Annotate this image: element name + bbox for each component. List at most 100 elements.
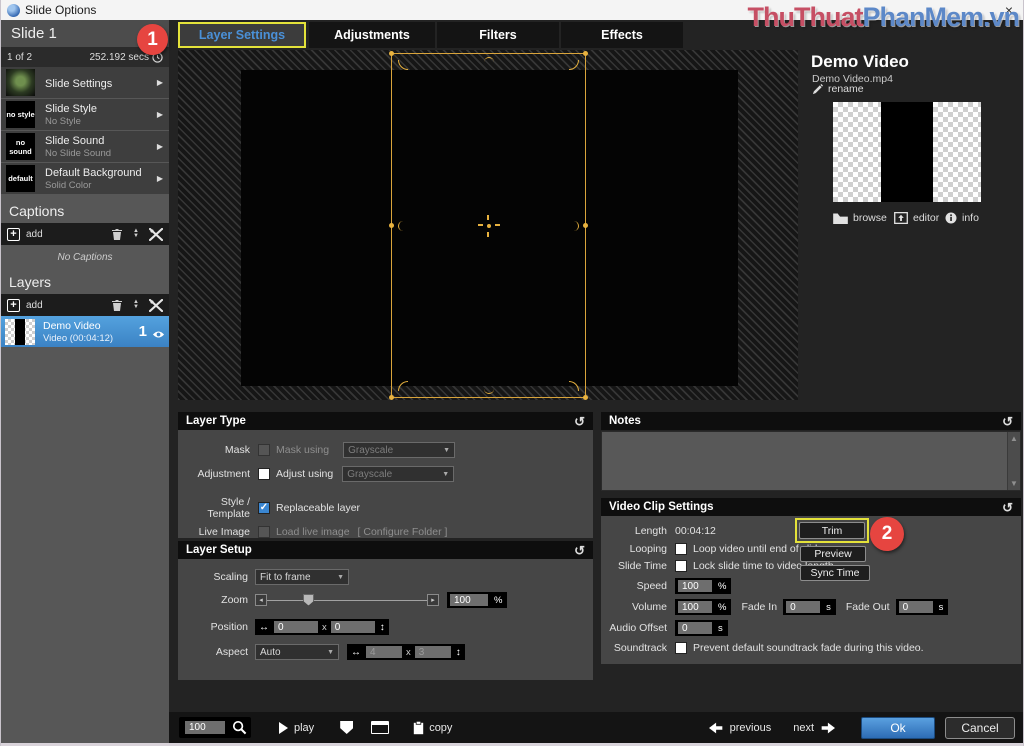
sync-time-button[interactable]: Sync Time (800, 565, 870, 581)
tab-effects[interactable]: Effects (561, 22, 683, 48)
aspect-dropdown[interactable]: Auto▼ (255, 644, 339, 660)
position-x-field[interactable]: 0 (274, 621, 318, 633)
sidebar-item-slide-sound[interactable]: no sound Slide Sound No Slide Sound ▶ (1, 131, 169, 162)
layer-name: Demo Video (43, 320, 113, 332)
skew-handle-icon[interactable] (398, 221, 408, 231)
eye-icon[interactable] (152, 326, 165, 344)
rotate-handle-icon[interactable] (569, 381, 579, 391)
length-label: Length (609, 525, 667, 537)
default-background-thumb: default (6, 165, 35, 192)
vertical-arrows-icon[interactable]: ↕ (377, 622, 388, 633)
add-layer-button[interactable]: + (7, 299, 20, 312)
magnifier-icon[interactable] (232, 720, 247, 735)
play-icon (279, 722, 288, 734)
selection-handle[interactable] (389, 395, 394, 400)
sort-layers-icon[interactable]: ▲▼ (133, 300, 139, 310)
adjustment-checkbox[interactable] (258, 468, 270, 480)
selection-handle[interactable] (389, 51, 394, 56)
ok-button[interactable]: Ok (861, 717, 935, 739)
add-caption-button[interactable]: + (7, 228, 20, 241)
browse-button[interactable]: browse (833, 212, 887, 224)
skew-handle-icon[interactable] (569, 221, 579, 231)
dialog-body: Slide 1 1 of 2 252.192 secs Slide Settin… (1, 20, 1023, 743)
layers-toolbar: + add ▲▼ (1, 294, 169, 316)
speed-field[interactable]: 100 (678, 580, 712, 592)
zoom-slider[interactable] (267, 600, 427, 601)
vertical-arrows-icon[interactable]: ↕ (453, 647, 464, 658)
copy-button[interactable]: copy (413, 721, 452, 735)
layer-row-demo-video[interactable]: Demo Video Video (00:04:12) 1 (1, 316, 169, 347)
sidebar-item-default-background[interactable]: default Default Background Solid Color ▶ (1, 163, 169, 194)
skew-handle-icon[interactable] (484, 384, 494, 394)
notes-textarea[interactable]: ▲ ▼ (601, 431, 1021, 491)
tab-filters[interactable]: Filters (437, 22, 559, 48)
position-label: Position (188, 621, 248, 633)
sort-captions-icon[interactable]: ▲▼ (133, 229, 139, 239)
center-crosshair-icon[interactable] (478, 215, 500, 237)
soundtrack-checkbox[interactable] (675, 642, 687, 654)
fade-in-field[interactable]: 0 (786, 601, 820, 613)
layer-type-header: Layer Type ↺ (178, 412, 593, 430)
next-button[interactable]: next (793, 722, 835, 734)
delete-layer-icon[interactable] (111, 299, 123, 312)
audio-offset-field[interactable]: 0 (678, 622, 712, 634)
aspect-label: Aspect (188, 646, 248, 658)
video-clip-settings-title: Video Clip Settings (609, 501, 714, 513)
zoom-value-field[interactable]: 100 (450, 594, 488, 606)
fade-out-field[interactable]: 0 (899, 601, 933, 613)
zoom-slider-thumb[interactable] (303, 594, 314, 606)
selection-handle[interactable] (389, 223, 394, 228)
replaceable-checkbox[interactable]: ✓ (258, 502, 270, 514)
sidebar-item-slide-style[interactable]: no style Slide Style No Style ▶ (1, 99, 169, 130)
selection-handle[interactable] (583, 51, 588, 56)
selection-handle[interactable] (583, 395, 588, 400)
close-icon[interactable]: × (1005, 1, 1013, 19)
reset-icon[interactable]: ↺ (1002, 415, 1013, 428)
dropdown-caret-icon: ▼ (337, 574, 344, 581)
preview-button[interactable]: Preview (800, 546, 866, 562)
dropdown-caret-icon: ▼ (443, 447, 450, 454)
x-separator: x (320, 622, 329, 633)
info-button[interactable]: info (945, 212, 979, 224)
position-y-field[interactable]: 0 (331, 621, 375, 633)
notes-scrollbar[interactable]: ▲ ▼ (1007, 432, 1020, 490)
rotate-handle-icon[interactable] (398, 60, 408, 70)
previous-button[interactable]: previous (709, 722, 772, 734)
slider-left-icon[interactable]: ◂ (255, 594, 267, 606)
scroll-up-icon[interactable]: ▲ (1010, 434, 1018, 443)
scaling-dropdown[interactable]: Fit to frame▼ (255, 569, 349, 585)
rotate-handle-icon[interactable] (398, 381, 408, 391)
slide-time-checkbox[interactable] (675, 560, 687, 572)
play-button[interactable]: play (279, 722, 314, 734)
slider-right-icon[interactable]: ▸ (427, 594, 439, 606)
clipboard-icon (413, 721, 424, 735)
caption-tools-icon[interactable] (149, 228, 163, 241)
reset-icon[interactable]: ↺ (574, 544, 585, 557)
selection-handle[interactable] (583, 223, 588, 228)
add-caption-label: add (26, 229, 101, 240)
fullscreen-button[interactable] (371, 721, 389, 734)
trim-button[interactable]: Trim (799, 522, 865, 539)
slide-duration: 252.192 secs (90, 52, 150, 63)
shield-button[interactable] (340, 721, 353, 734)
skew-handle-icon[interactable] (484, 57, 494, 67)
layer-tools-icon[interactable] (149, 299, 163, 312)
volume-field[interactable]: 100 (678, 601, 712, 613)
sidebar-item-slide-settings[interactable]: Slide Settings ▶ (1, 67, 169, 98)
add-layer-label: add (26, 300, 101, 311)
rename-button[interactable]: rename (812, 83, 864, 95)
tab-layer-settings[interactable]: Layer Settings (178, 22, 306, 48)
scroll-down-icon[interactable]: ▼ (1010, 479, 1018, 488)
preview-zoom-field[interactable]: 100 (185, 721, 225, 734)
editor-button[interactable]: editor (894, 212, 939, 224)
rotate-handle-icon[interactable] (569, 60, 579, 70)
looping-checkbox[interactable] (675, 543, 687, 555)
layer-selection-box[interactable] (391, 53, 586, 398)
reset-icon[interactable]: ↺ (574, 415, 585, 428)
delete-caption-icon[interactable] (111, 228, 123, 241)
reset-icon[interactable]: ↺ (1002, 501, 1013, 514)
adjust-grayscale-dropdown: Grayscale▼ (342, 466, 454, 482)
cancel-button[interactable]: Cancel (945, 717, 1015, 739)
preview-canvas[interactable] (178, 50, 798, 400)
tab-adjustments[interactable]: Adjustments (309, 22, 435, 48)
